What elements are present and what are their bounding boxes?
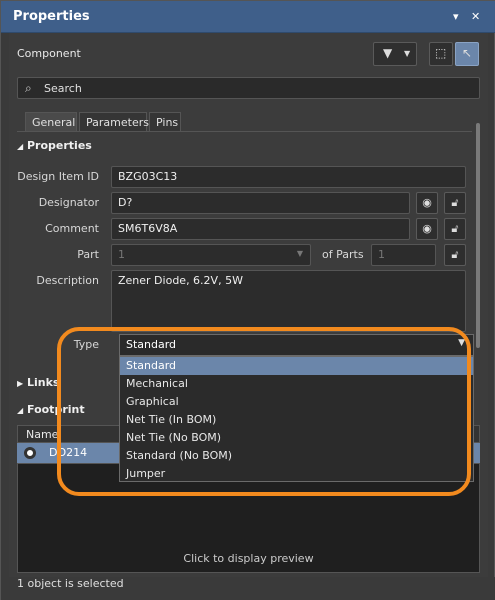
chevron-down-icon: ▼ (296, 249, 303, 258)
design-item-id-label: Design Item ID (17, 170, 99, 183)
select-icon: ⬚ (435, 46, 447, 60)
design-item-id-field[interactable]: BZG03C13 (111, 166, 466, 188)
filter-icon: ▼ (383, 46, 393, 60)
search-input[interactable]: ⌕ Search (17, 77, 480, 99)
lock-icon[interactable]: 🔓︎ (444, 218, 466, 240)
section-label: Footprint (27, 403, 85, 416)
comment-field[interactable]: SM6T6V8A (111, 218, 410, 240)
dropdown-option-standard[interactable]: Standard (120, 357, 473, 375)
part-select[interactable]: 1 ▼ (111, 244, 311, 266)
chevron-down-icon: ▼ (458, 338, 465, 348)
description-label: Description (36, 274, 99, 287)
comment-label: Comment (45, 222, 99, 235)
panel-title: Properties (13, 9, 90, 24)
section-label: Links (27, 376, 60, 389)
search-icon: ⌕ (25, 81, 32, 95)
status-text: 1 object is selected (17, 577, 124, 590)
of-parts-label: of Parts (322, 248, 364, 261)
pointer-icon: ↖ (462, 46, 473, 60)
properties-panel: Properties ▾ ✕ Component ▼ ▼ ⬚ ↖ ⌕ Searc… (0, 0, 495, 600)
eye-icon[interactable]: ◉ (416, 192, 438, 214)
panel-titlebar: Properties ▾ ✕ (1, 1, 495, 33)
section-label: Properties (27, 139, 92, 152)
type-dropdown-list: Standard Mechanical Graphical Net Tie (I… (119, 356, 474, 482)
preview-hint: Click to display preview (183, 552, 314, 565)
tab-general[interactable]: General (25, 112, 77, 132)
description-field[interactable]: Zener Diode, 6.2V, 5W (111, 270, 466, 332)
lock-icon[interactable]: 🔓︎ (444, 244, 466, 266)
dropdown-option-graphical[interactable]: Graphical (120, 393, 473, 411)
component-label: Component (17, 47, 81, 60)
close-icon[interactable]: ✕ (471, 10, 480, 23)
type-select[interactable]: Standard ▼ (119, 334, 474, 356)
search-placeholder: Search (44, 82, 82, 95)
dropdown-option-jumper[interactable]: Jumper (120, 465, 473, 483)
tab-label: General (32, 116, 76, 129)
section-footprint[interactable]: ◢ Footprint (17, 403, 85, 416)
part-value: 1 (118, 248, 125, 261)
expand-triangle-icon: ▶ (17, 379, 24, 388)
scrollbar[interactable] (476, 123, 480, 348)
eye-icon[interactable]: ◉ (416, 218, 438, 240)
pointer-mode-button[interactable]: ↖ (455, 42, 479, 66)
dropdown-option-mechanical[interactable]: Mechanical (120, 375, 473, 393)
column-header-name[interactable]: Name (26, 428, 58, 441)
designator-label: Designator (38, 196, 99, 209)
part-label: Part (77, 248, 99, 261)
dropdown-option-net-tie-in-bom[interactable]: Net Tie (In BOM) (120, 411, 473, 429)
footprint-name: DO214 (49, 446, 88, 459)
tab-pins[interactable]: Pins (149, 112, 181, 132)
dropdown-option-net-tie-no-bom[interactable]: Net Tie (No BOM) (120, 429, 473, 447)
panel-body: Component ▼ ▼ ⬚ ↖ ⌕ Search General Param… (9, 33, 488, 577)
tab-label: Pins (156, 116, 179, 129)
designator-value: D? (118, 196, 133, 209)
type-value: Standard (126, 338, 177, 351)
of-parts-value: 1 (378, 248, 385, 261)
description-value: Zener Diode, 6.2V, 5W (118, 274, 243, 287)
lock-icon[interactable]: 🔓︎ (444, 192, 466, 214)
collapse-triangle-icon: ◢ (17, 142, 24, 151)
tab-label: Parameters (86, 116, 149, 129)
section-properties[interactable]: ◢ Properties (17, 139, 92, 152)
chevron-down-icon: ▼ (404, 49, 411, 58)
design-item-id-value: BZG03C13 (118, 170, 178, 183)
comment-value: SM6T6V8A (118, 222, 178, 235)
tab-divider (17, 131, 472, 132)
status-bar: 1 object is selected (1, 577, 495, 600)
type-label: Type (73, 338, 99, 351)
designator-field[interactable]: D? (111, 192, 410, 214)
section-links[interactable]: ▶ Links (17, 376, 59, 389)
select-mode-button[interactable]: ⬚ (429, 42, 453, 66)
pin-icon[interactable]: ▾ (453, 10, 459, 23)
tab-parameters[interactable]: Parameters (79, 112, 149, 132)
of-parts-field: 1 (371, 244, 436, 266)
dropdown-option-standard-no-bom[interactable]: Standard (No BOM) (120, 447, 473, 465)
collapse-triangle-icon: ◢ (17, 406, 24, 415)
radio-selected-icon[interactable] (24, 447, 36, 459)
filter-button[interactable]: ▼ ▼ (373, 42, 417, 66)
